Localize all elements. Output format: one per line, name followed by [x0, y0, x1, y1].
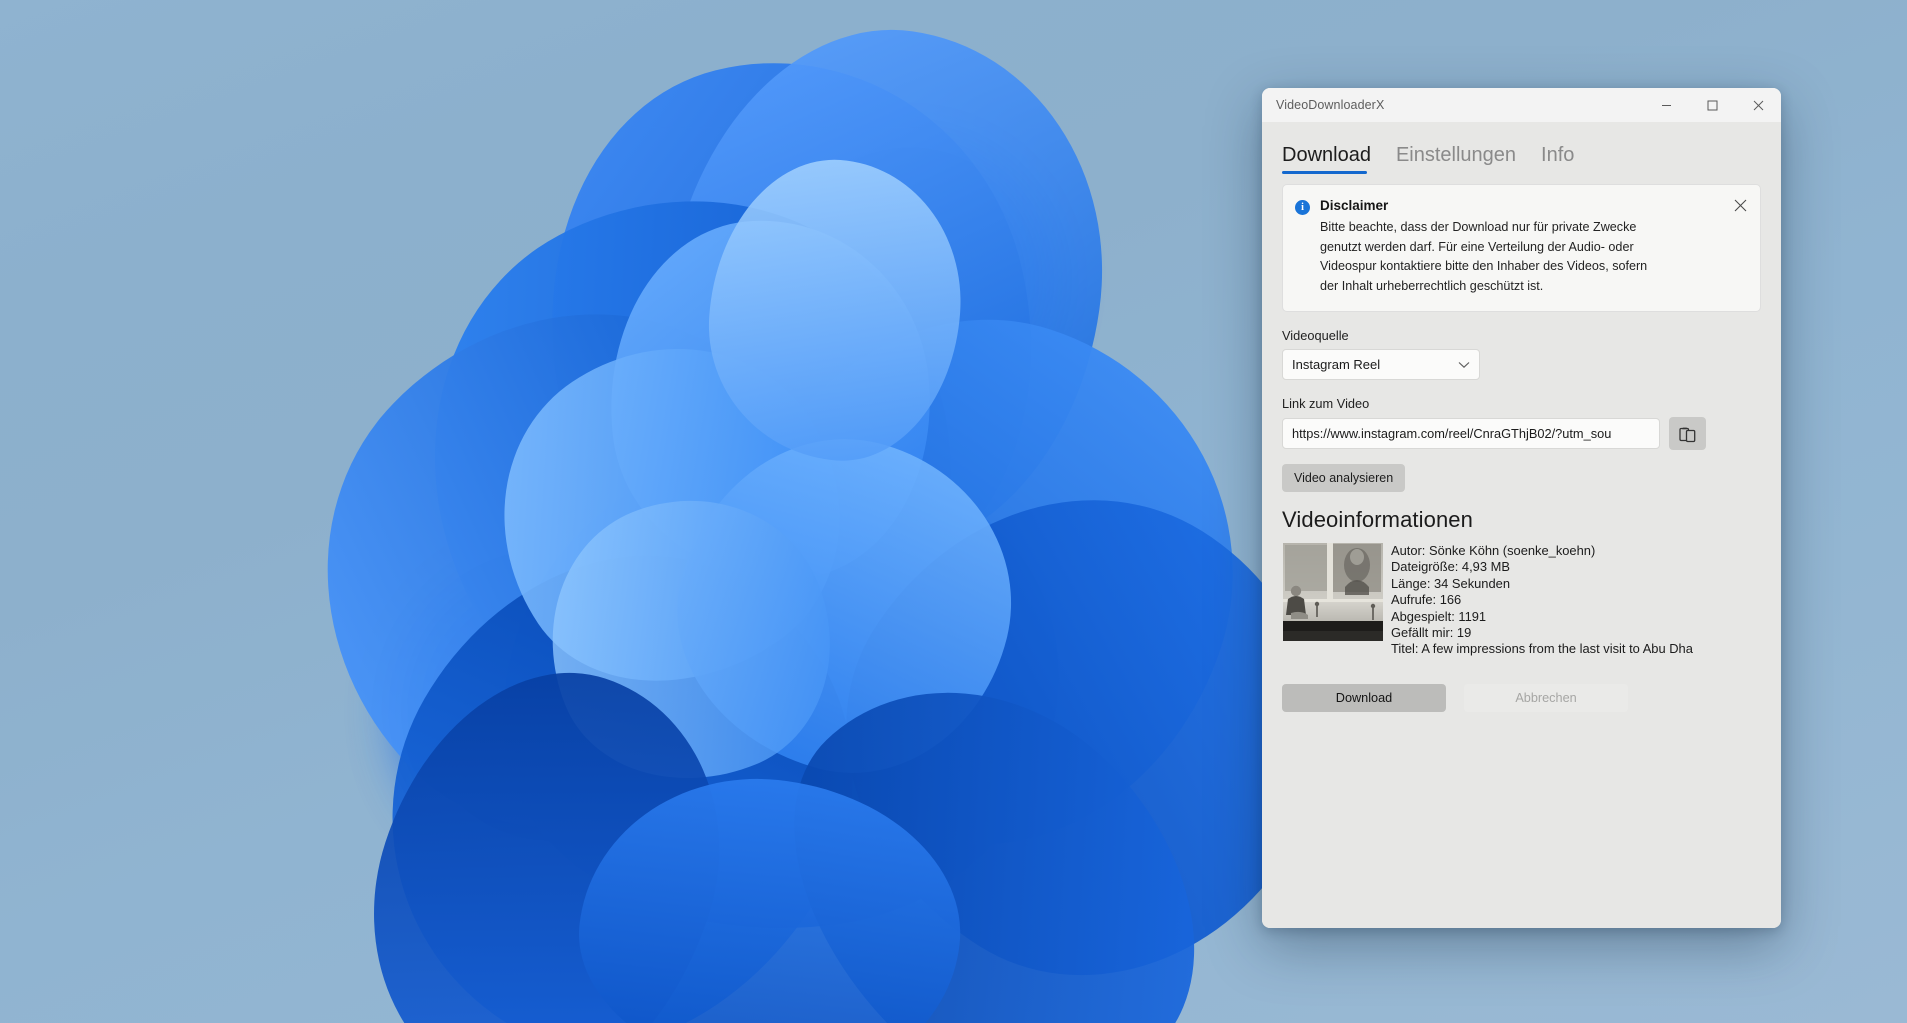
close-icon[interactable] [1730, 195, 1750, 215]
disclaimer-text: Disclaimer Bitte beachte, dass der Downl… [1320, 198, 1748, 296]
maximize-button[interactable] [1689, 88, 1735, 122]
meta-views: Aufrufe: 166 [1391, 592, 1462, 608]
video-information-heading: Videoinformationen [1282, 507, 1473, 533]
meta-filesize: Dateigröße: 4,93 MB [1391, 559, 1510, 575]
window-controls [1643, 88, 1781, 122]
meta-plays: Abgespielt: 1191 [1391, 608, 1487, 624]
action-button-row: Download Abbrechen [1282, 683, 1761, 712]
disclaimer-body: Bitte beachte, dass der Download nur für… [1320, 220, 1648, 293]
window-title: VideoDownloaderX [1276, 98, 1385, 112]
close-button[interactable] [1735, 88, 1781, 122]
info-icon: i [1295, 200, 1310, 215]
video-information-row: Autor: Sönke Köhn (soenke_koehn) Dateigr… [1282, 543, 1761, 658]
video-thumbnail [1283, 543, 1383, 642]
video-metadata-list: Autor: Sönke Köhn (soenke_koehn) Dateigr… [1391, 543, 1721, 658]
meta-length: Länge: 34 Sekunden [1391, 575, 1510, 591]
tab-info[interactable]: Info [1541, 145, 1574, 174]
meta-likes: Gefällt mir: 19 [1391, 625, 1472, 641]
source-selected-value: Instagram Reel [1292, 357, 1381, 373]
desktop: VideoDownloaderX Download Einstellungen … [0, 0, 1907, 1023]
title-bar[interactable]: VideoDownloaderX [1262, 88, 1781, 122]
tab-bar: Download Einstellungen Info [1282, 122, 1761, 174]
source-dropdown[interactable]: Instagram Reel [1282, 349, 1480, 381]
wallpaper-bloom [219, 2, 1409, 1023]
chevron-down-icon [1458, 361, 1470, 368]
url-row [1282, 417, 1761, 451]
disclaimer-title: Disclaimer [1320, 198, 1389, 213]
meta-title: Titel: A few impressions from the last v… [1391, 641, 1693, 657]
analyze-video-button[interactable]: Video analysieren [1282, 464, 1406, 493]
tab-einstellungen[interactable]: Einstellungen [1396, 145, 1516, 174]
source-label: Videoquelle [1282, 328, 1349, 344]
tab-download[interactable]: Download [1282, 145, 1371, 174]
window-body: Download Einstellungen Info i Disclaimer… [1262, 122, 1781, 928]
download-button[interactable]: Download [1282, 683, 1446, 712]
minimize-button[interactable] [1643, 88, 1689, 122]
copy-icon-button[interactable] [1669, 417, 1706, 451]
meta-author: Autor: Sönke Köhn (soenke_koehn) [1391, 543, 1596, 559]
app-window[interactable]: VideoDownloaderX Download Einstellungen … [1262, 88, 1781, 928]
disclaimer-card: i Disclaimer Bitte beachte, dass der Dow… [1282, 184, 1761, 313]
url-input[interactable] [1282, 418, 1660, 450]
cancel-button[interactable]: Abbrechen [1464, 683, 1628, 712]
copy-icon [1679, 427, 1696, 442]
link-label: Link zum Video [1282, 396, 1370, 412]
